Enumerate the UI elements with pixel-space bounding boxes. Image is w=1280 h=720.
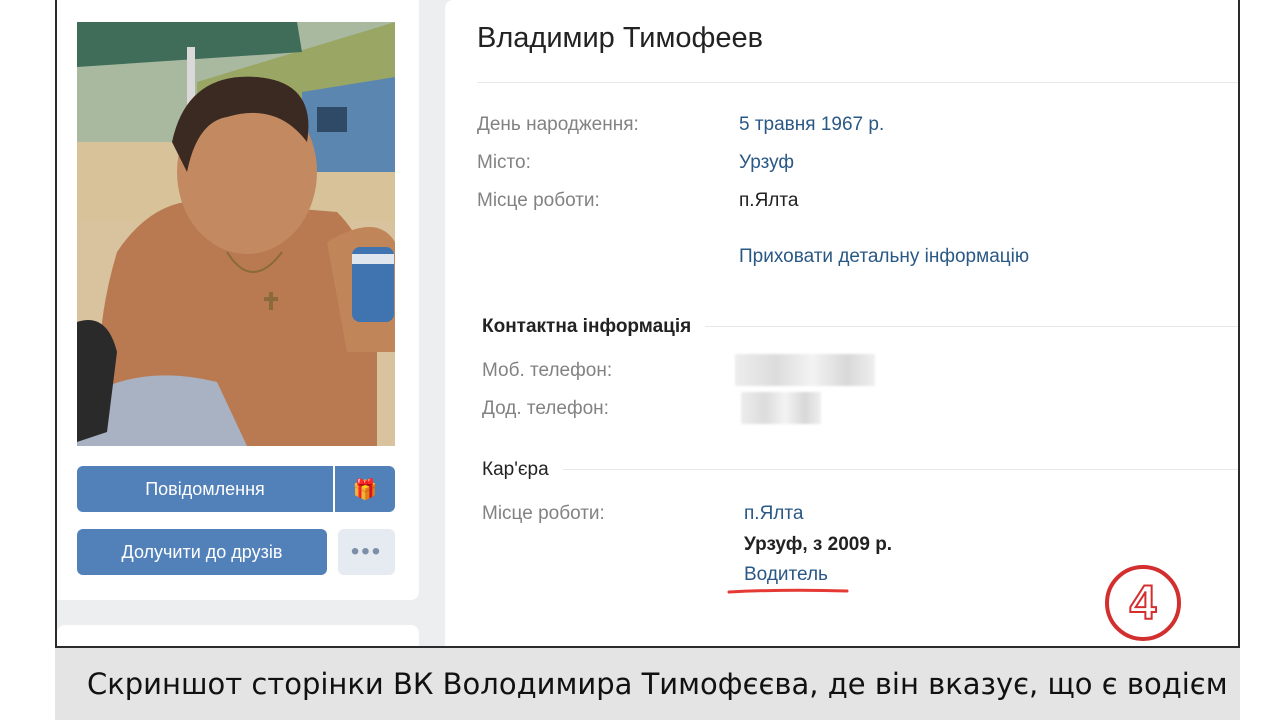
screenshot-frame: Повідомлення 🎁 Долучити до друзів ••• Вл… <box>55 0 1240 648</box>
profile-info-card: Владимир Тимофеев День народження: 5 тра… <box>445 0 1238 646</box>
city-value[interactable]: Урзуф <box>739 152 794 174</box>
workplace-label: Місце роботи: <box>477 190 600 211</box>
add-friend-button-label: Долучити до друзів <box>121 541 283 562</box>
message-button[interactable]: Повідомлення <box>77 466 333 512</box>
career-company-link[interactable]: п.Ялта <box>744 503 803 525</box>
caption-bar: Скриншот сторінки ВК Володимира Тимофєєв… <box>55 648 1240 720</box>
logo-digit: 4 <box>1130 577 1157 630</box>
extra-phone-blurred <box>741 392 821 424</box>
career-divider <box>482 469 1238 470</box>
profile-left-card: Повідомлення 🎁 Долучити до друзів ••• <box>57 0 419 600</box>
career-workplace-label: Місце роботи: <box>482 503 605 524</box>
message-button-label: Повідомлення <box>145 478 265 499</box>
profile-name: Владимир Тимофеев <box>477 22 764 54</box>
career-section-title: Кар'єра <box>482 459 563 481</box>
divider <box>477 82 1238 83</box>
add-friend-button[interactable]: Долучити до друзів <box>77 529 327 575</box>
birthday-label: День народження: <box>477 114 639 135</box>
birthday-value[interactable]: 5 травня 1967 р. <box>739 114 884 136</box>
left-secondary-card <box>57 625 419 646</box>
hide-details-link[interactable]: Приховати детальну інформацію <box>739 246 1029 268</box>
contact-section-title: Контактна інформація <box>482 316 706 338</box>
gift-icon: 🎁 <box>352 478 378 501</box>
mobile-phone-label: Моб. телефон: <box>482 360 613 381</box>
caption-text: Скриншот сторінки ВК Володимира Тимофєєв… <box>87 667 1228 701</box>
career-location-years: Урзуф, з 2009 р. <box>744 534 893 555</box>
gift-button[interactable]: 🎁 <box>335 466 395 512</box>
more-icon: ••• <box>350 538 383 565</box>
channel-4-logo: 4 <box>1105 565 1181 641</box>
career-position-link[interactable]: Водитель <box>744 564 828 586</box>
mobile-phone-blurred <box>735 354 875 386</box>
profile-photo[interactable] <box>77 22 395 446</box>
more-button[interactable]: ••• <box>338 529 395 575</box>
workplace-value: п.Ялта <box>739 190 799 211</box>
red-underline-highlight <box>727 588 849 594</box>
city-label: Місто: <box>477 152 531 173</box>
extra-phone-label: Дод. телефон: <box>482 398 609 419</box>
